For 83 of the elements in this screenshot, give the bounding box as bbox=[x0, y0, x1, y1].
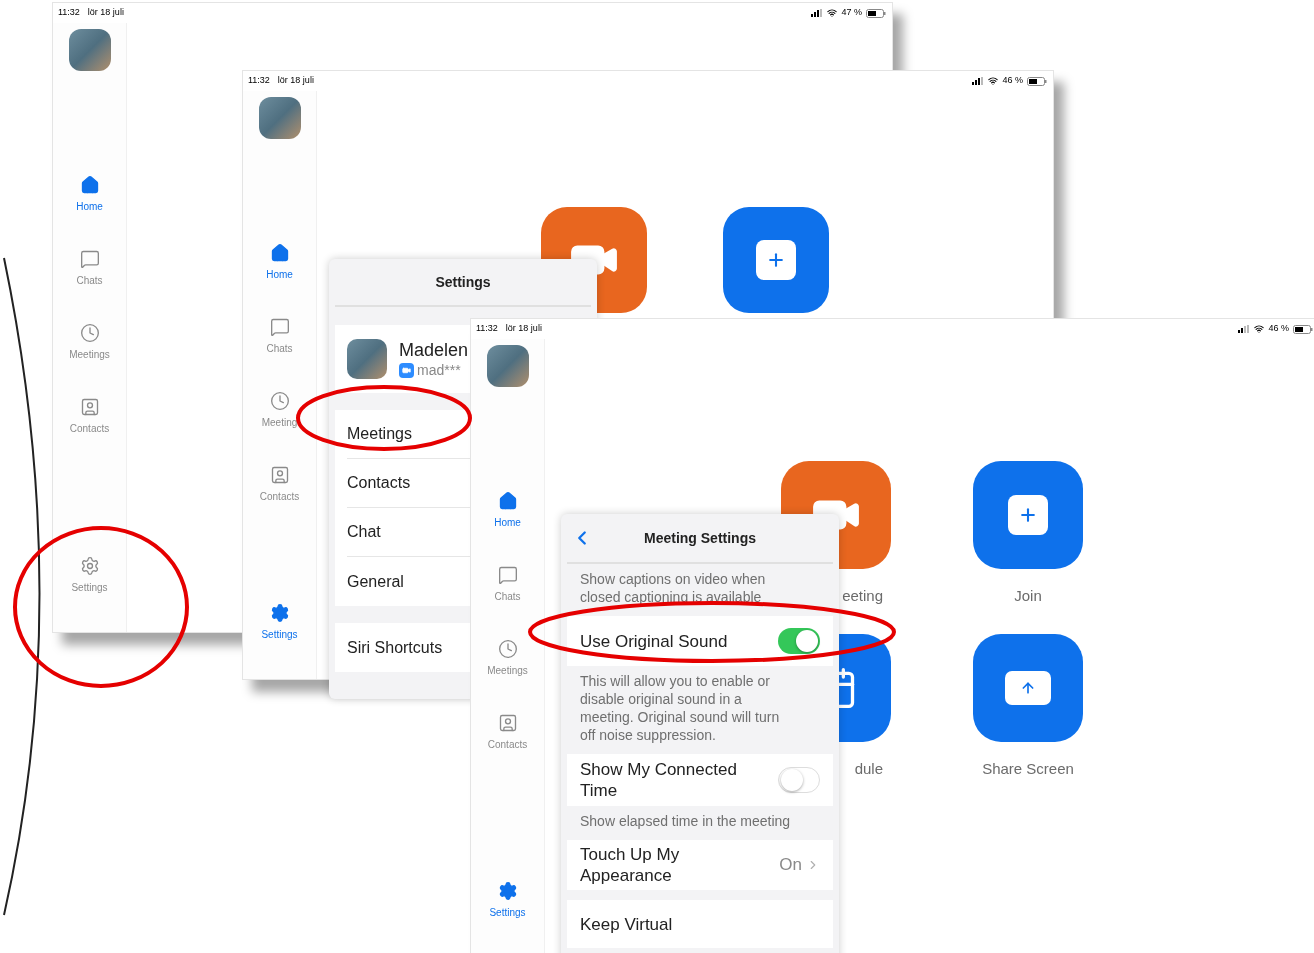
sidebar-tab[interactable]: Home bbox=[243, 241, 316, 315]
chat-bubble-icon bbox=[79, 249, 100, 269]
action-tile[interactable] bbox=[723, 207, 829, 313]
battery-percent: 46 % bbox=[1268, 322, 1289, 336]
status-time: 11:32 bbox=[58, 6, 80, 20]
setting-value: On bbox=[779, 854, 802, 877]
signal-icon bbox=[972, 77, 985, 85]
status-date: lör 18 juli bbox=[505, 322, 542, 336]
sidebar-tab[interactable]: Meetings bbox=[53, 321, 126, 395]
settings-icon bbox=[269, 603, 290, 623]
sidebar-tab[interactable]: Contacts bbox=[53, 395, 126, 469]
chat-bubble-icon bbox=[269, 317, 290, 337]
action-tile[interactable] bbox=[973, 633, 1083, 742]
tile-label: eeting bbox=[842, 586, 883, 606]
sidebar-tab[interactable]: Home bbox=[53, 173, 126, 247]
popover-title: Settings bbox=[435, 272, 491, 292]
settings-menu-item[interactable]: Siri Shortcuts bbox=[347, 635, 443, 660]
avatar-photo bbox=[68, 29, 111, 71]
plus-icon bbox=[756, 240, 796, 280]
clock-icon bbox=[269, 391, 290, 411]
setting-description: Show elapsed time in the meeting bbox=[579, 812, 792, 831]
setting-description: This will allow you to enable or disable original sound in a meeting. Original sound will turn off noise suppression. bbox=[579, 672, 781, 745]
sidebar-tab[interactable]: Chats bbox=[471, 563, 544, 637]
settings-menu-item[interactable]: Contacts bbox=[347, 471, 411, 495]
setting-description: Show captions on video when closed captioning is available bbox=[579, 570, 767, 607]
setting-link-row[interactable]: Touch Up My Appearance On bbox=[567, 840, 833, 890]
sidebar-tab[interactable]: Contacts bbox=[471, 711, 544, 785]
status-time: 11:32 bbox=[476, 322, 498, 336]
status-date: lör 18 juli bbox=[87, 6, 124, 20]
sidebar-tab[interactable]: Chats bbox=[243, 315, 316, 389]
battery-percent: 46 % bbox=[1002, 74, 1023, 88]
tile-label: dule bbox=[854, 758, 883, 779]
chat-bubble-icon bbox=[497, 565, 518, 585]
contact-card-icon bbox=[269, 465, 290, 485]
setting-label: Touch Up My Appearance bbox=[580, 844, 681, 886]
profile-account: mad*** bbox=[417, 361, 461, 379]
setting-label: Use Original Sound bbox=[580, 630, 729, 652]
home-icon bbox=[79, 175, 100, 195]
sidebar-tab[interactable]: Settings bbox=[243, 601, 316, 675]
contact-card-icon bbox=[79, 397, 100, 417]
tile-label: Join bbox=[1014, 586, 1042, 606]
avatar-photo bbox=[486, 345, 529, 387]
sidebar-tab[interactable]: Meetings bbox=[471, 637, 544, 711]
avatar-photo bbox=[347, 339, 387, 379]
clock-icon bbox=[497, 639, 518, 659]
sidebar-tab[interactable]: Home bbox=[471, 489, 544, 563]
settings-icon bbox=[497, 881, 518, 901]
setting-label: Keep Virtual bbox=[580, 913, 674, 935]
battery-icon bbox=[1293, 324, 1313, 334]
profile-name: Madelen bbox=[399, 339, 469, 362]
battery-icon bbox=[866, 8, 886, 18]
plus-icon bbox=[1008, 495, 1048, 535]
clock-icon bbox=[79, 323, 100, 343]
popover-title: Meeting Settings bbox=[643, 528, 757, 548]
toggle-switch[interactable] bbox=[778, 767, 820, 793]
video-badge-icon bbox=[399, 362, 414, 378]
settings-icon bbox=[79, 556, 100, 576]
home-icon bbox=[269, 243, 290, 263]
sidebar-tab[interactable]: Settings bbox=[53, 554, 126, 628]
wifi-icon bbox=[988, 76, 999, 86]
sidebar-tab[interactable]: Contacts bbox=[243, 463, 316, 537]
toggle-switch[interactable] bbox=[778, 628, 820, 654]
tile-label: Share Screen bbox=[982, 758, 1074, 779]
status-time: 11:32 bbox=[248, 74, 270, 88]
sidebar-tab[interactable]: Meeting bbox=[243, 389, 316, 463]
action-tile[interactable] bbox=[973, 461, 1083, 569]
status-date: lör 18 juli bbox=[277, 74, 314, 88]
wifi-icon bbox=[827, 8, 838, 18]
contact-card-icon bbox=[497, 713, 518, 733]
signal-icon bbox=[811, 9, 824, 17]
wifi-icon bbox=[1254, 324, 1265, 334]
settings-menu-item[interactable]: Chat bbox=[347, 520, 381, 544]
settings-menu-item[interactable]: General bbox=[347, 569, 404, 594]
home-icon bbox=[497, 491, 518, 511]
avatar-photo bbox=[258, 97, 301, 139]
setting-label: Show My Connected Time bbox=[580, 759, 738, 801]
battery-percent: 47 % bbox=[841, 6, 862, 20]
sidebar-tab[interactable]: Settings bbox=[471, 879, 544, 953]
battery-icon bbox=[1027, 76, 1047, 86]
signal-icon bbox=[1238, 325, 1251, 333]
settings-menu-item[interactable]: Meetings bbox=[347, 422, 412, 446]
sidebar-tab[interactable]: Chats bbox=[53, 247, 126, 321]
setting-link-row[interactable]: Keep Virtual bbox=[567, 900, 833, 948]
